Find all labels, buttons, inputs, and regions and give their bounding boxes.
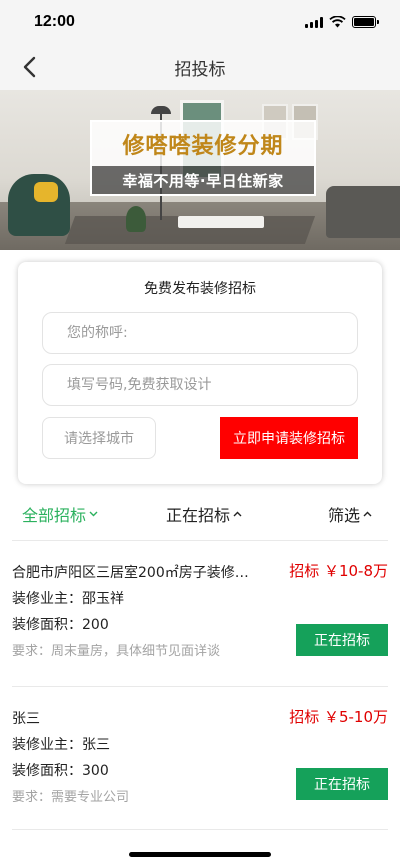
banner-subline: 幸福不用等·早日住新家 bbox=[92, 166, 314, 194]
listing-price: 招标 ￥10-8万 bbox=[289, 562, 388, 580]
listing-price: 招标 ￥5-10万 bbox=[289, 708, 388, 726]
bidding-status-button[interactable]: 正在招标 bbox=[296, 768, 388, 800]
filter-all-tenders[interactable]: 全部招标 bbox=[22, 502, 98, 526]
home-indicator bbox=[129, 852, 271, 857]
listing-area: 装修面积：300 bbox=[12, 763, 109, 779]
promo-banner[interactable]: 修嗒嗒装修分期 幸福不用等·早日住新家 bbox=[0, 90, 400, 250]
city-select[interactable]: 请选择城市 bbox=[42, 417, 156, 459]
filter-all-label: 全部招标 bbox=[22, 506, 87, 525]
phone-input[interactable] bbox=[42, 364, 358, 406]
listing-title: 合肥市庐阳区三居室200㎡房子装修… bbox=[12, 565, 249, 581]
listing-owner: 装修业主：邵玉祥 bbox=[12, 591, 124, 607]
divider bbox=[12, 540, 388, 541]
page-title: 招投标 bbox=[174, 59, 226, 80]
back-button[interactable] bbox=[16, 54, 42, 80]
nav-bar: 招投标 bbox=[0, 44, 400, 90]
filter-bidding-label: 正在招标 bbox=[166, 506, 231, 525]
banner-text-box: 修嗒嗒装修分期 幸福不用等·早日住新家 bbox=[90, 120, 316, 196]
listing-title: 张三 bbox=[12, 711, 40, 727]
status-bar: 12:00 bbox=[0, 0, 400, 44]
filter-bar: 全部招标 正在招标 筛选 bbox=[0, 498, 400, 530]
listing-requirement: 要求：需要专业公司 bbox=[12, 790, 130, 805]
filter-screen-label: 筛选 bbox=[328, 506, 361, 525]
banner-headline: 修嗒嗒装修分期 bbox=[92, 122, 314, 166]
divider bbox=[12, 829, 388, 830]
filter-screen[interactable]: 筛选 bbox=[328, 502, 372, 526]
listing-area: 装修面积：200 bbox=[12, 617, 109, 633]
chevron-left-icon bbox=[23, 56, 36, 78]
chevron-up-icon bbox=[363, 511, 372, 517]
chevron-down-icon bbox=[89, 511, 98, 517]
listing-owner: 装修业主：张三 bbox=[12, 737, 110, 753]
filter-bidding[interactable]: 正在招标 bbox=[166, 502, 242, 526]
name-input[interactable] bbox=[42, 312, 358, 354]
divider bbox=[12, 686, 388, 687]
chevron-up-icon bbox=[233, 511, 242, 517]
status-icons bbox=[305, 16, 379, 28]
wifi-icon bbox=[329, 16, 346, 28]
apply-tender-button[interactable]: 立即申请装修招标 bbox=[220, 417, 358, 459]
signal-icon bbox=[305, 16, 323, 28]
tender-form-card: 免费发布装修招标 请选择城市 立即申请装修招标 bbox=[18, 262, 382, 484]
form-title: 免费发布装修招标 bbox=[144, 281, 256, 297]
listing-requirement: 要求：周末量房，具体细节见面详谈 bbox=[12, 644, 221, 659]
status-time: 12:00 bbox=[34, 13, 75, 30]
bidding-status-button[interactable]: 正在招标 bbox=[296, 624, 388, 656]
battery-icon bbox=[352, 16, 379, 28]
